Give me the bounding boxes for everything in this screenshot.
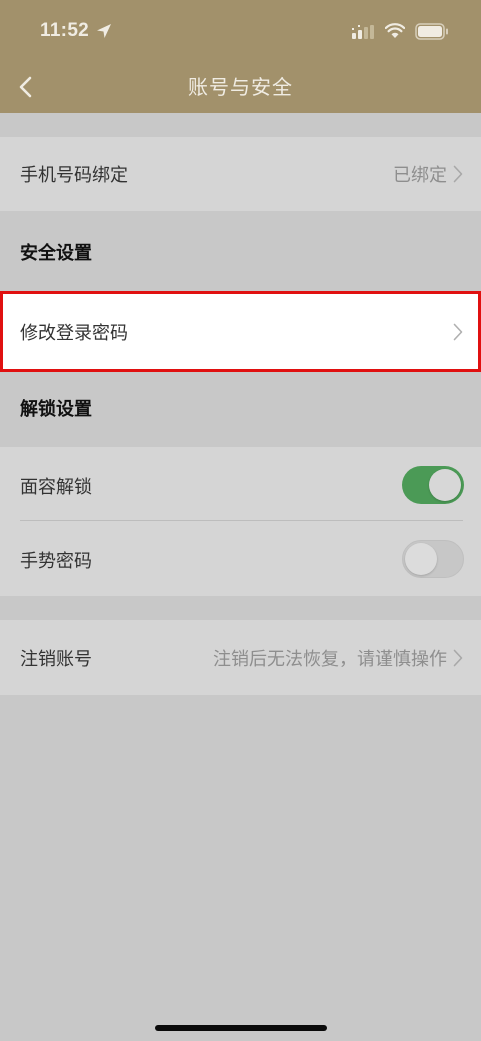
page-title: 账号与安全 [188, 75, 293, 99]
phone-binding-label: 手机号码绑定 [20, 165, 128, 186]
home-indicator [155, 1025, 327, 1031]
cancel-account-label: 注销账号 [20, 649, 92, 670]
face-unlock-label: 面容解锁 [20, 477, 92, 498]
chevron-right-icon [453, 165, 463, 183]
unlock-settings-group: 面容解锁 手势密码 [0, 447, 481, 596]
section-title-unlock: 解锁设置 [20, 399, 92, 420]
change-password-row[interactable]: 修改登录密码 [0, 291, 481, 372]
phone-binding-status: 已绑定 [393, 165, 447, 186]
cancel-account-warning: 注销后无法恢复，请谨慎操作 [213, 649, 447, 670]
gesture-password-label: 手势密码 [20, 551, 92, 572]
toggle-knob [405, 543, 437, 575]
gesture-password-toggle[interactable] [402, 540, 464, 578]
change-password-label: 修改登录密码 [20, 323, 128, 344]
chevron-right-icon [453, 323, 463, 341]
status-bar: 11:52 [0, 0, 481, 60]
chevron-right-icon [453, 649, 463, 667]
nav-bar: 账号与安全 [0, 60, 481, 113]
cellular-signal-icon [352, 24, 378, 39]
phone-binding-row[interactable]: 手机号码绑定 已绑定 [0, 137, 481, 211]
face-unlock-toggle[interactable] [402, 466, 464, 504]
header: 11:52 账号与安全 [0, 0, 481, 113]
section-title-security: 安全设置 [20, 243, 92, 264]
divider [20, 520, 463, 521]
toggle-knob [429, 469, 461, 501]
status-time: 11:52 [40, 20, 90, 41]
location-arrow-icon [95, 22, 113, 40]
battery-icon [415, 23, 449, 40]
cancel-account-row[interactable]: 注销账号 注销后无法恢复，请谨慎操作 [0, 620, 481, 695]
wifi-icon [384, 23, 406, 39]
